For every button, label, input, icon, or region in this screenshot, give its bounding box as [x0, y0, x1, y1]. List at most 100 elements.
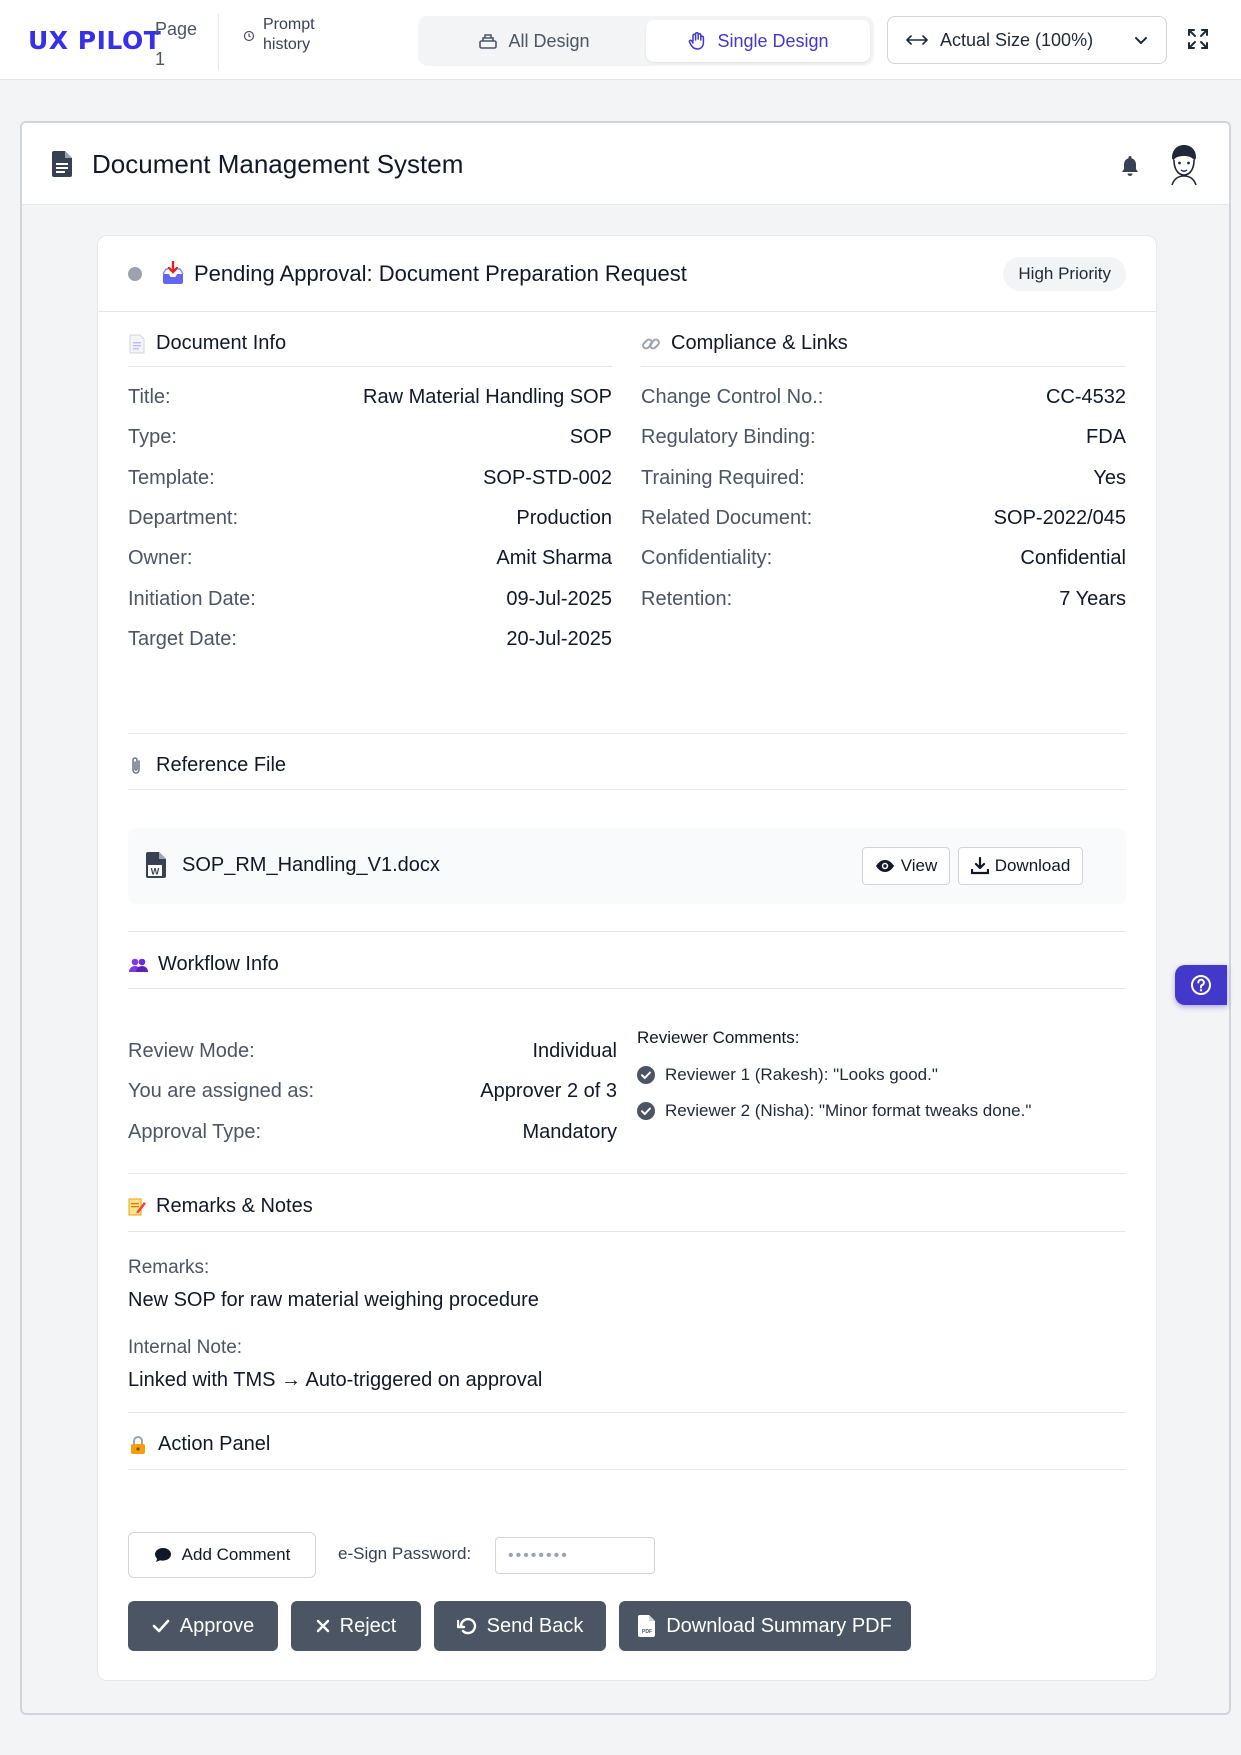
comment-text: Reviewer 2 (Nisha): "Minor format tweaks… — [665, 1101, 1032, 1120]
esign-label: e-Sign Password: — [338, 1544, 472, 1563]
svg-text:PDF: PDF — [642, 1629, 652, 1635]
divider — [128, 988, 1126, 989]
all-design-tab[interactable]: All Design — [422, 20, 646, 62]
internal-note-text: Linked with TMS → Auto-triggered on appr… — [128, 1369, 543, 1391]
pdf-file-icon: PDF — [638, 1615, 656, 1637]
field-label: Title: — [128, 386, 171, 408]
reviewer-comment: Reviewer 2 (Nisha): "Minor format tweaks… — [637, 1101, 1031, 1121]
field-label: Owner: — [128, 547, 193, 570]
lock-icon — [131, 1435, 145, 1454]
approve-button[interactable]: Approve — [128, 1601, 278, 1651]
app-logo: UX PILOT — [28, 26, 162, 55]
field-value: SOP — [569, 426, 612, 449]
field-label: Confidentiality: — [641, 547, 773, 570]
eye-icon — [875, 860, 894, 872]
info-row: Review Mode: Individual — [128, 1040, 617, 1063]
divider — [128, 1231, 1126, 1232]
file-name: SOP_RM_Handling_V1.docx — [182, 854, 440, 876]
status-dot — [128, 267, 142, 281]
field-label: Department: — [128, 506, 239, 529]
divider — [641, 366, 1126, 367]
field-label: Regulatory Binding: — [641, 426, 816, 449]
comment-icon — [154, 1548, 171, 1562]
hand-icon — [689, 32, 705, 50]
field-label: Training Required: — [641, 466, 805, 489]
info-row: Change Control No.: CC-4532 — [641, 386, 1126, 409]
action-panel-heading: Action Panel — [128, 1433, 270, 1456]
info-row: Related Document: SOP-2022/045 — [641, 507, 1126, 530]
info-row: Initiation Date: 09-Jul-2025 — [128, 588, 612, 611]
word-file-icon: W — [146, 852, 166, 878]
single-design-tab[interactable]: Single Design — [646, 20, 870, 62]
field-label: Initiation Date: — [128, 587, 256, 610]
field-value: Individual — [532, 1040, 617, 1062]
view-button[interactable]: View — [862, 847, 950, 885]
field-value: Yes — [1093, 466, 1126, 489]
help-button[interactable] — [1175, 965, 1227, 1005]
download-summary-pdf-button[interactable]: PDF Download Summary PDF — [619, 1601, 911, 1651]
page-label: Page — [155, 19, 198, 39]
field-value: 20-Jul-2025 — [506, 627, 612, 650]
action-panel-title: Action Panel — [158, 1433, 271, 1455]
chevron-down-icon — [1135, 36, 1147, 44]
document-info-title: Document Info — [156, 332, 287, 354]
document-info-heading: Document Info — [128, 332, 286, 355]
download-label: Download — [994, 856, 1071, 875]
workflow-heading: Workflow Info — [128, 953, 279, 976]
page-indicator[interactable]: Page 1 — [155, 14, 197, 74]
workflow-title: Workflow Info — [158, 953, 279, 975]
divider — [128, 733, 1126, 734]
info-row: You are assigned as: Approver 2 of 3 — [128, 1080, 617, 1103]
field-value: Amit Sharma — [496, 547, 612, 570]
check-circle-icon — [637, 1102, 655, 1120]
approval-card: Pending Approval: Document Preparation R… — [97, 235, 1157, 1681]
top-toolbar: UX PILOT Page 1 Prompt history All Desig… — [0, 0, 1241, 80]
download-icon — [970, 857, 989, 875]
info-row: Confidentiality: Confidential — [641, 547, 1126, 570]
view-toggle: All Design Single Design — [418, 16, 874, 66]
memo-icon — [128, 1198, 146, 1215]
svg-text:W: W — [151, 867, 160, 877]
user-avatar[interactable] — [1162, 141, 1206, 185]
reference-file-heading: Reference File — [128, 754, 286, 777]
field-value: Confidential — [1020, 547, 1126, 570]
priority-badge: High Priority — [1003, 257, 1126, 291]
add-comment-button[interactable]: Add Comment — [128, 1532, 316, 1578]
app-header: Document Management System — [22, 123, 1229, 205]
info-row: Retention: 7 Years — [641, 588, 1126, 611]
send-back-button[interactable]: Send Back — [434, 1601, 606, 1651]
arrows-horizontal-icon — [906, 35, 928, 45]
info-row: Owner: Amit Sharma — [128, 547, 612, 570]
download-button[interactable]: Download — [958, 847, 1083, 885]
field-value: CC-4532 — [1045, 386, 1126, 408]
reject-button[interactable]: Reject — [291, 1601, 421, 1651]
field-label: Approval Type: — [128, 1120, 262, 1143]
field-label: Template: — [128, 466, 215, 489]
info-row: Title: Raw Material Handling SOP — [128, 386, 612, 409]
field-value: Mandatory — [522, 1120, 618, 1143]
design-frame: Document Management System Pending Appro… — [20, 121, 1231, 1715]
add-comment-label: Add Comment — [181, 1545, 291, 1564]
field-label: Change Control No.: — [641, 386, 824, 408]
field-label: Target Date: — [128, 627, 237, 650]
remarks-title: Remarks & Notes — [156, 1195, 313, 1217]
esign-password-input[interactable]: •••••••• — [495, 1537, 655, 1574]
bell-icon[interactable] — [1120, 155, 1140, 177]
field-value: 7 Years — [1059, 587, 1126, 610]
internal-note-label: Internal Note: — [128, 1337, 243, 1358]
info-row: Template: SOP-STD-002 — [128, 467, 612, 490]
close-icon — [316, 1619, 329, 1633]
prompt-history-button[interactable]: Prompt history — [243, 15, 315, 55]
check-icon — [152, 1619, 170, 1633]
single-design-label: Single Design — [717, 30, 829, 51]
zoom-select[interactable]: Actual Size (100%) — [887, 16, 1167, 64]
field-value: FDA — [1086, 426, 1126, 449]
document-icon — [52, 151, 72, 177]
view-label: View — [900, 856, 938, 875]
link-icon — [642, 338, 660, 349]
reference-file-title: Reference File — [156, 754, 287, 776]
file-row: W SOP_RM_Handling_V1.docx View Download — [128, 828, 1126, 904]
fullscreen-icon[interactable] — [1186, 27, 1210, 51]
prompt-label: Prompt — [263, 16, 315, 33]
send-back-label: Send Back — [486, 1614, 584, 1637]
